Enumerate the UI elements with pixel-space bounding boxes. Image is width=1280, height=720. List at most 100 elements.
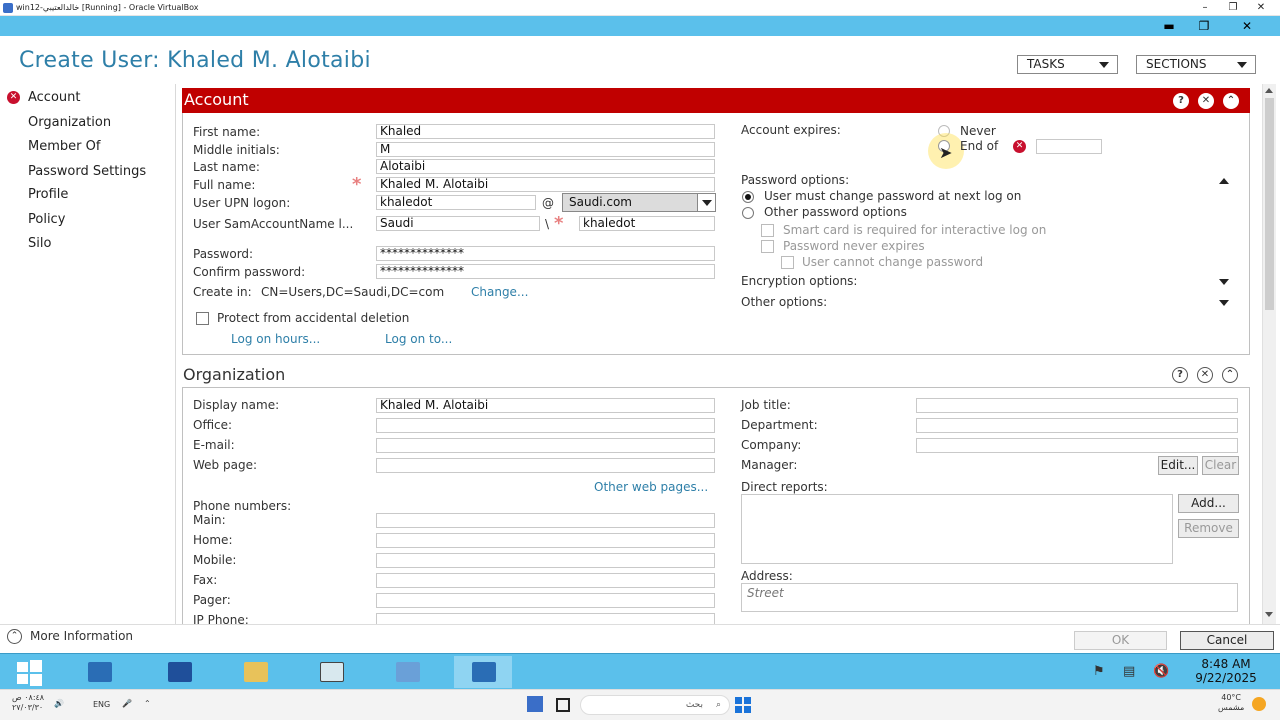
nav-item-member-of[interactable]: Member Of xyxy=(28,139,100,154)
flag-icon[interactable]: ⚑ xyxy=(1093,664,1105,679)
guest-clock[interactable]: 8:48 AM 9/22/2025 xyxy=(1186,657,1266,685)
network-status-icon[interactable]: ▤ xyxy=(1123,664,1135,679)
middle-initials-field[interactable]: M xyxy=(376,142,715,157)
nav-item-account[interactable]: Account xyxy=(28,90,81,105)
phone-pager-field[interactable] xyxy=(376,593,715,608)
email-field[interactable] xyxy=(376,438,715,453)
password-label: Password: xyxy=(193,247,254,261)
street-placeholder: Street xyxy=(747,586,784,600)
nav-item-policy[interactable]: Policy xyxy=(28,212,65,227)
language-indicator[interactable]: ENG xyxy=(93,700,110,709)
company-field[interactable] xyxy=(916,438,1238,453)
scroll-down-icon[interactable] xyxy=(1265,612,1273,617)
scrollbar-thumb[interactable] xyxy=(1265,98,1274,310)
window-minimize-icon[interactable]: ▬ xyxy=(1150,17,1188,35)
must-change-radio[interactable] xyxy=(742,191,754,203)
event-viewer-taskbar[interactable] xyxy=(302,656,360,688)
host-maximize-icon[interactable]: ❐ xyxy=(1218,0,1248,16)
phone-pager-label: Pager: xyxy=(193,593,231,607)
manager-clear-button[interactable]: Clear xyxy=(1202,456,1239,475)
more-information-toggle[interactable]: More Information xyxy=(30,629,133,643)
logon-to-link[interactable]: Log on to... xyxy=(385,332,452,346)
last-name-field[interactable]: Alotaibi xyxy=(376,159,715,174)
collapse-icon[interactable]: ⌃ xyxy=(1223,93,1239,109)
window-close-icon[interactable]: ✕ xyxy=(1228,17,1266,35)
vertical-scrollbar[interactable] xyxy=(1262,84,1276,624)
speaker-icon[interactable]: 🔊 xyxy=(54,699,64,708)
upn-logon-field[interactable]: khaledot xyxy=(376,195,536,210)
first-name-field[interactable]: Khaled xyxy=(376,124,715,139)
close-section-icon[interactable]: ✕ xyxy=(1198,93,1214,109)
never-expires-checkbox[interactable] xyxy=(761,240,774,253)
windows-start-icon[interactable] xyxy=(734,696,752,714)
window-restore-icon[interactable]: ❐ xyxy=(1185,17,1223,35)
powershell-taskbar[interactable] xyxy=(150,656,208,688)
start-button[interactable] xyxy=(0,656,58,688)
account-section-title: Account xyxy=(184,90,249,109)
collapse-icon[interactable]: ⌃ xyxy=(1222,367,1238,383)
change-location-link[interactable]: Change... xyxy=(471,285,528,299)
collapse-icon[interactable] xyxy=(1219,178,1229,184)
direct-reports-list[interactable] xyxy=(741,494,1173,564)
street-field[interactable]: Street xyxy=(741,583,1238,612)
confirm-password-field[interactable]: ************** xyxy=(376,264,715,279)
office-field[interactable] xyxy=(376,418,715,433)
add-report-button[interactable]: Add... xyxy=(1178,494,1239,513)
chevron-up-icon[interactable]: ⌃ xyxy=(144,699,151,708)
full-name-field[interactable]: Khaled M. Alotaibi xyxy=(376,177,715,192)
password-options-label: Password options: xyxy=(741,173,850,187)
ad-admin-center-taskbar[interactable] xyxy=(454,656,512,688)
help-icon[interactable]: ? xyxy=(1173,93,1189,109)
weather-widget[interactable]: 40°C مشمس xyxy=(1218,693,1244,713)
other-options-radio[interactable] xyxy=(742,207,754,219)
expand-icon[interactable] xyxy=(1219,279,1229,285)
host-search-box[interactable]: بحث ⌕ xyxy=(580,695,730,715)
virtualbox-taskbar-icon[interactable] xyxy=(527,696,543,712)
host-clock[interactable]: ٠٨:٤٨ ص ٢٧/٠٣/٣٠ xyxy=(12,693,44,713)
cancel-button[interactable]: Cancel xyxy=(1180,631,1274,650)
volume-muted-icon[interactable]: 🔇 xyxy=(1153,664,1169,679)
nav-item-profile[interactable]: Profile xyxy=(28,187,68,202)
server-manager-taskbar[interactable] xyxy=(70,656,128,688)
sam-account-field[interactable]: khaledot xyxy=(579,216,715,231)
phone-main-field[interactable] xyxy=(376,513,715,528)
web-page-field[interactable] xyxy=(376,458,715,473)
smart-card-checkbox[interactable] xyxy=(761,224,774,237)
nav-item-organization[interactable]: Organization xyxy=(28,115,111,130)
dropdown-button[interactable] xyxy=(697,194,715,211)
file-explorer-taskbar[interactable] xyxy=(226,656,284,688)
password-field[interactable]: ************** xyxy=(376,246,715,261)
task-view-icon[interactable] xyxy=(556,698,570,712)
chevron-up-icon[interactable]: ⌃ xyxy=(7,629,22,644)
department-field[interactable] xyxy=(916,418,1238,433)
other-web-pages-link[interactable]: Other web pages... xyxy=(594,480,708,494)
sections-dropdown[interactable]: SECTIONS xyxy=(1136,55,1256,74)
ok-button[interactable]: OK xyxy=(1074,631,1167,650)
phone-mobile-field[interactable] xyxy=(376,553,715,568)
scroll-up-icon[interactable] xyxy=(1265,88,1273,93)
nav-item-password-settings[interactable]: Password Settings xyxy=(28,164,146,179)
host-minimize-icon[interactable]: – xyxy=(1190,0,1220,16)
host-close-icon[interactable]: ✕ xyxy=(1246,0,1276,16)
phone-ip-field[interactable] xyxy=(376,613,715,624)
upn-domain-select[interactable]: Saudi.com xyxy=(562,193,716,212)
help-icon[interactable]: ? xyxy=(1172,367,1188,383)
job-title-field[interactable] xyxy=(916,398,1238,413)
close-section-icon[interactable]: ✕ xyxy=(1197,367,1213,383)
microphone-icon[interactable]: 🎤 xyxy=(122,699,132,708)
display-name-field[interactable]: Khaled M. Alotaibi xyxy=(376,398,715,413)
nav-item-silo[interactable]: Silo xyxy=(28,236,51,251)
logon-hours-link[interactable]: Log on hours... xyxy=(231,332,320,346)
tasks-dropdown[interactable]: TASKS xyxy=(1017,55,1118,74)
protect-deletion-checkbox[interactable] xyxy=(196,312,209,325)
network-taskbar[interactable] xyxy=(378,656,436,688)
remove-report-button[interactable]: Remove xyxy=(1178,519,1239,538)
sam-domain-field[interactable]: Saudi xyxy=(376,216,540,231)
phone-home-field[interactable] xyxy=(376,533,715,548)
expires-date-field[interactable] xyxy=(1036,139,1102,154)
phone-fax-field[interactable] xyxy=(376,573,715,588)
manager-edit-button[interactable]: Edit... xyxy=(1158,456,1198,475)
expand-icon[interactable] xyxy=(1219,300,1229,306)
cannot-change-checkbox[interactable] xyxy=(781,256,794,269)
email-label: E-mail: xyxy=(193,438,235,452)
